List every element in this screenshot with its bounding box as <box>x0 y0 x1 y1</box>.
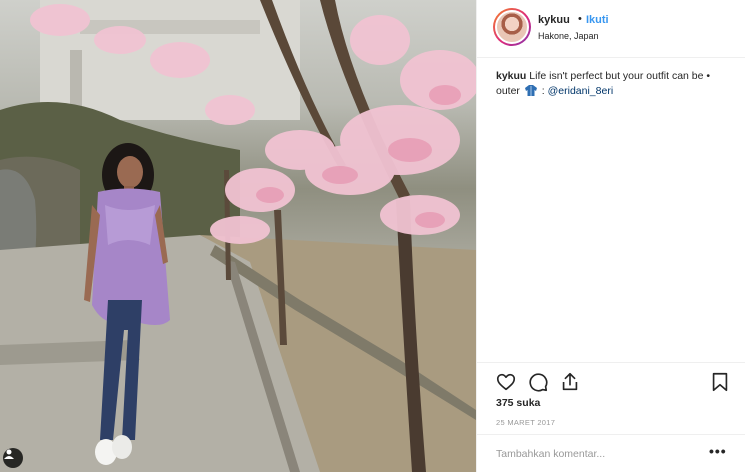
heart-icon[interactable] <box>495 371 517 393</box>
post-date: 25 MARET 2017 <box>496 418 556 427</box>
caption-colon: : <box>541 85 545 97</box>
share-icon[interactable] <box>559 371 581 393</box>
user-tag-icon[interactable] <box>3 448 23 468</box>
post-caption: kykuu Life isn't perfect but your outfit… <box>496 69 736 99</box>
coat-icon <box>524 85 537 96</box>
username-link[interactable]: kykuu <box>538 14 570 26</box>
caption-username[interactable]: kykuu <box>496 70 526 82</box>
action-bar <box>477 362 745 400</box>
follow-button[interactable]: Ikuti <box>586 14 609 26</box>
post-photo[interactable] <box>0 0 476 472</box>
photo-scene <box>0 0 476 472</box>
comment-icon[interactable] <box>527 371 549 393</box>
comment-input[interactable] <box>496 445 696 463</box>
like-count[interactable]: 375 suka <box>496 397 540 409</box>
location-link[interactable]: Hakone, Japan <box>538 31 599 41</box>
avatar[interactable] <box>493 8 531 46</box>
comment-form: ••• <box>477 434 745 472</box>
more-options-button[interactable]: ••• <box>709 444 729 462</box>
post-side-panel: kykuu • Ikuti Hakone, Japan kykuu Life i… <box>476 0 745 472</box>
bookmark-icon[interactable] <box>709 371 731 393</box>
mention-link[interactable]: @eridani_8eri <box>548 85 614 97</box>
post-header: kykuu • Ikuti Hakone, Japan <box>477 0 745 58</box>
separator-dot: • <box>578 13 582 25</box>
